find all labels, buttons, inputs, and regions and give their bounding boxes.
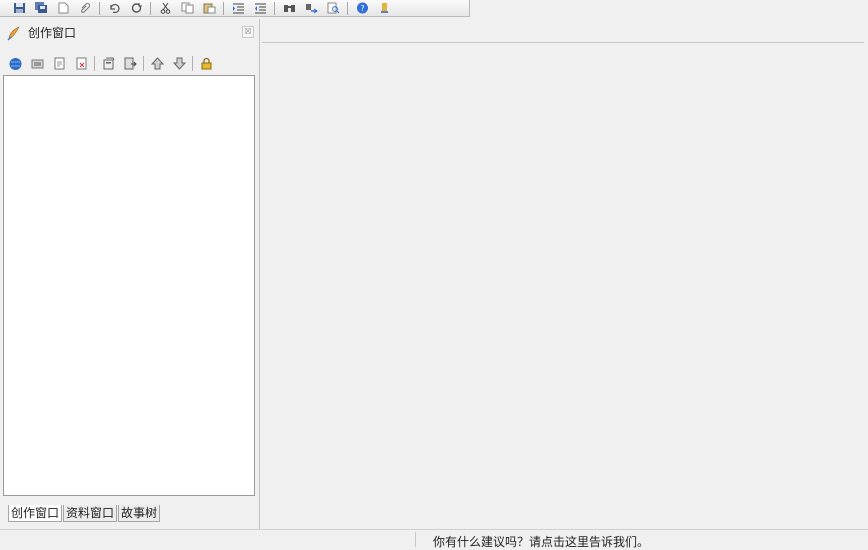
close-pane-button[interactable]: ☒ [242,26,254,38]
about-icon[interactable] [375,1,393,15]
toolbar-separator [94,55,95,71]
replace-icon[interactable] [302,1,320,15]
toolbar-separator [274,1,275,15]
editor-area[interactable] [262,44,864,529]
pane-title: 创作窗口 [28,26,77,40]
tab-story-tree[interactable]: 故事树 [118,505,161,522]
tab-writing-window[interactable]: 创作窗口 [8,505,63,522]
find-icon[interactable] [280,1,298,15]
help-icon[interactable]: ? [353,1,371,15]
paste-icon[interactable] [200,1,218,15]
writing-window-pane: 创作窗口 ☒ 创作窗口 资料窗口 故事树 [0,19,260,529]
toolbar-separator [347,1,348,15]
print-preview-icon[interactable] [324,1,342,15]
new-document-icon[interactable] [54,1,72,15]
editor-tab-strip [262,19,864,43]
redo-icon[interactable] [127,1,145,15]
toolbar-separator [143,55,144,71]
cut-icon[interactable] [156,1,174,15]
tab-materials-window[interactable]: 资料窗口 [63,505,118,522]
delete-icon[interactable] [70,54,92,72]
pane-header: 创作窗口 ☒ [0,19,259,46]
new-folder-icon[interactable] [26,54,48,72]
attach-icon[interactable] [76,1,94,15]
toolbar-separator [99,1,100,15]
move-down-icon[interactable] [168,54,190,72]
add-book-icon[interactable] [4,54,26,72]
status-divider [415,532,416,547]
save-icon[interactable] [10,1,28,15]
move-up-icon[interactable] [146,54,168,72]
indent-icon[interactable] [229,1,247,15]
new-chapter-icon[interactable] [48,54,70,72]
save-all-icon[interactable] [32,1,50,15]
export-icon[interactable] [119,54,141,72]
undo-icon[interactable] [105,1,123,15]
main-toolbar: ? [0,0,470,17]
toolbar-separator [192,55,193,71]
writing-window-icon [7,25,20,41]
status-bar: 你有什么建议吗？请点击这里告诉我们。 [0,529,868,549]
toolbar-separator [223,1,224,15]
outdent-icon[interactable] [251,1,269,15]
pane-toolbar [4,53,217,73]
lock-icon[interactable] [195,54,217,72]
copy-icon[interactable] [178,1,196,15]
pane-tabs: 创作窗口 资料窗口 故事树 [8,505,161,522]
feedback-link[interactable]: 你有什么建议吗？请点击这里告诉我们。 [433,533,649,550]
toolbar-separator [150,1,151,15]
svg-text:?: ? [360,4,364,13]
properties-icon[interactable] [97,54,119,72]
writing-tree-view[interactable] [3,75,255,496]
